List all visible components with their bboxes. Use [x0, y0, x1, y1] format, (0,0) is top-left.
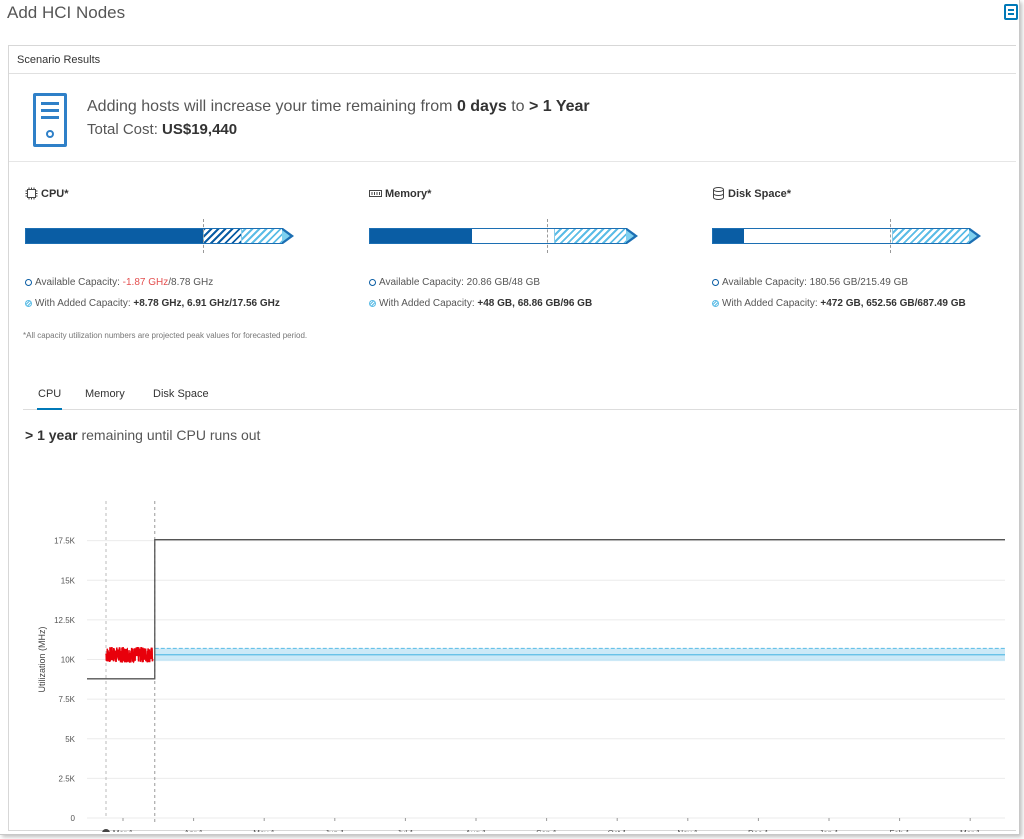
y-tick-label: 7.5K [59, 695, 76, 704]
memory-used-fill [370, 229, 473, 243]
x-tick-label: Mar 1 [960, 829, 981, 832]
cpu-chip-icon [25, 187, 38, 200]
resource-tabs: CPU Memory Disk Space [23, 388, 1017, 410]
cpu-title: CPU* [41, 188, 69, 200]
y-tick-label: 5K [65, 735, 75, 744]
cpu-added-capacity: With Added Capacity: +8.78 GHz, 6.91 GHz… [25, 298, 280, 309]
memory-module-icon [369, 190, 382, 197]
memory-title: Memory* [385, 188, 432, 200]
disk-used-fill [713, 229, 744, 243]
cpu-utilization-chart: 0 2.5K 5K 7.5K 10K 12.5K 15K 17.5K Utilization (… [37, 501, 1005, 832]
cpu-used-fill [26, 229, 203, 243]
memory-metric: Memory* Available Capacity: 20.86 GB/48 … [369, 186, 669, 316]
x-tick-label: Feb 1 [889, 829, 910, 832]
y-tick-label: 12.5K [54, 616, 76, 625]
panel-header-title: Scenario Results [17, 54, 101, 66]
tab-cpu[interactable]: CPU [37, 388, 63, 410]
history-series-line [105, 646, 154, 664]
cpu-overflow-hatch [202, 229, 242, 243]
memory-current-capacity-marker [547, 219, 548, 253]
x-tick-label: Dec 1 [748, 829, 769, 832]
y-tick-label: 2.5K [59, 774, 76, 783]
database-icon [713, 187, 724, 200]
window-title: Add HCI Nodes [7, 3, 126, 22]
x-tick-label: Jan 1 [819, 829, 839, 832]
x-tick-label: Jun 1 [325, 829, 345, 832]
server-icon [33, 93, 67, 147]
x-tick-label: Apr 1 [184, 829, 204, 832]
disk-added-hatch [892, 229, 969, 243]
tab-disk-space[interactable]: Disk Space [152, 388, 210, 410]
memory-added-capacity: With Added Capacity: +48 GB, 68.86 GB/96… [369, 298, 592, 309]
memory-added-hatch [554, 229, 626, 243]
y-tick-label: 10K [61, 656, 76, 665]
cpu-available-capacity: Available Capacity: -1.87 GHz/8.78 GHz [25, 277, 213, 288]
disk-available-capacity: Available Capacity: 180.56 GB/215.49 GB [712, 277, 908, 288]
x-tick-label: Mar 1 [113, 829, 134, 832]
y-axis-label: Utilization (MHz) [37, 626, 47, 692]
memory-available-capacity: Available Capacity: 20.86 GB/48 GB [369, 277, 540, 288]
x-tick-label: May 1 [253, 829, 275, 832]
tab-memory[interactable]: Memory [84, 388, 126, 410]
disk-bar-arrow [969, 228, 981, 244]
from-value: 0 days [456, 98, 507, 115]
cpu-current-capacity-marker [203, 219, 204, 253]
disk-title: Disk Space* [728, 188, 791, 200]
disk-added-capacity: With Added Capacity: +472 GB, 652.56 GB/… [712, 298, 966, 309]
disk-current-capacity-marker [890, 219, 891, 253]
y-tick-label: 17.5K [54, 537, 76, 546]
total-cost-value: US$19,440 [162, 121, 238, 138]
summary-line: Adding hosts will increase your time rem… [87, 98, 590, 115]
y-tick-label: 0 [71, 814, 76, 823]
x-tick-label: Nov 1 [677, 829, 698, 832]
disk-metric: Disk Space* Available Capacity: 180.56 G… [712, 186, 1012, 316]
memory-capacity-bar [369, 219, 638, 253]
divider [9, 161, 1016, 162]
to-value: > 1 Year [528, 98, 590, 115]
dialog-window: Add HCI Nodes Scenario Results Adding ho… [0, 0, 1020, 835]
cpu-bar-arrow [282, 228, 294, 244]
cpu-added-hatch [241, 229, 282, 243]
footnote: *All capacity utilization numbers are pr… [23, 331, 308, 340]
chart-title: > 1 year remaining until CPU runs out [25, 427, 261, 443]
disk-capacity-bar [712, 219, 981, 253]
y-tick-label: 15K [61, 576, 76, 585]
memory-bar-arrow [626, 228, 638, 244]
cpu-capacity-bar [25, 219, 294, 253]
total-cost: Total Cost: US$19,440 [87, 121, 238, 138]
scenario-results-panel: Scenario Results Adding hosts will incre… [8, 45, 1017, 832]
x-tick-label: Aug 1 [466, 829, 487, 832]
restore-window-icon[interactable] [1004, 4, 1018, 20]
x-tick-label: Oct 1 [608, 829, 628, 832]
cpu-metric: CPU* Available Capacity: -1.87 GHz/8.78 … [25, 186, 325, 316]
x-tick-label: Sep 1 [536, 829, 557, 832]
panel-header: Scenario Results [9, 46, 1016, 74]
x-tick-label: Jul 1 [397, 829, 414, 832]
